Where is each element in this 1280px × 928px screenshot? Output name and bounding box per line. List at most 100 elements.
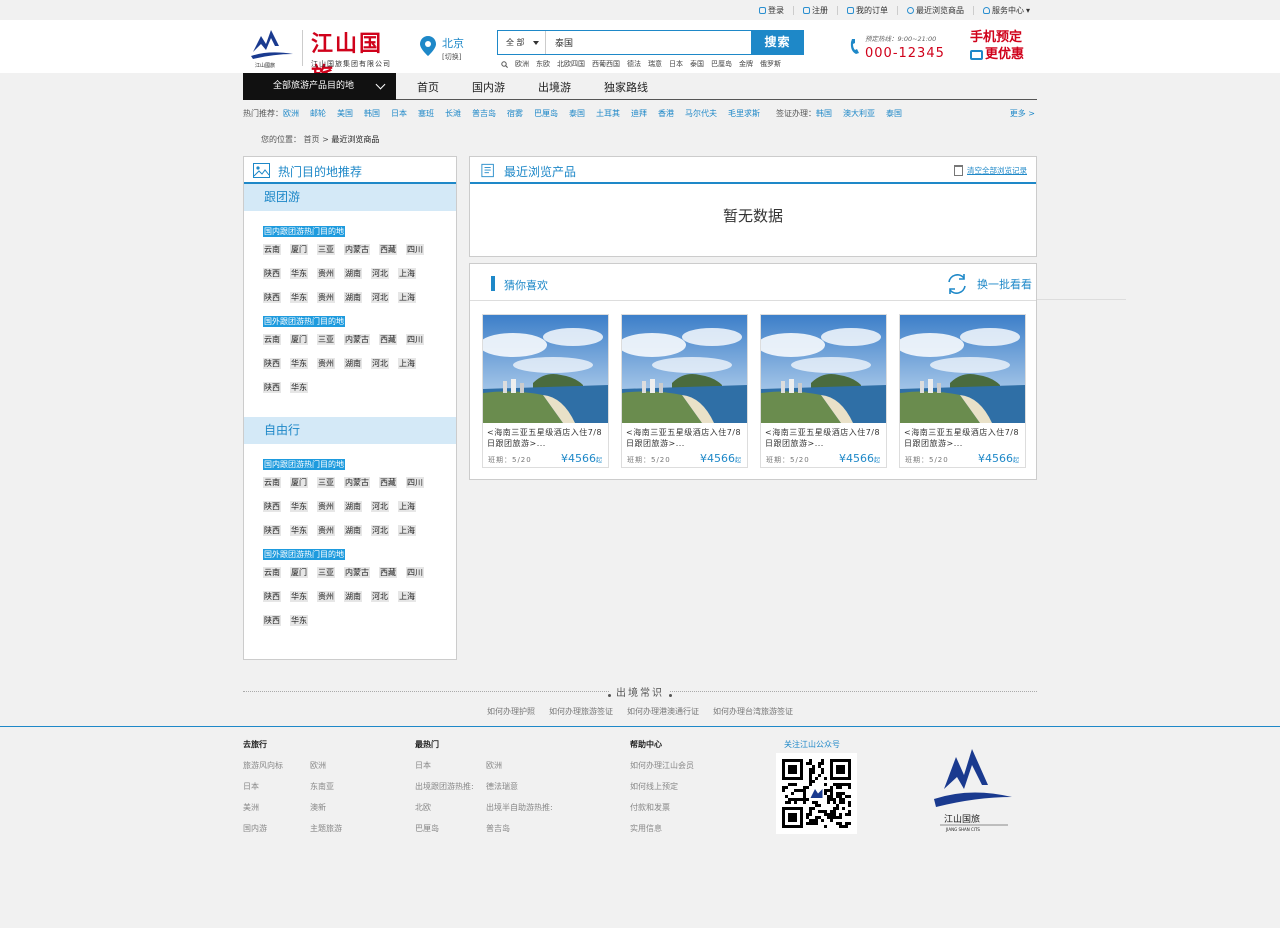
destination-tag[interactable]: 云南 (263, 567, 281, 578)
destination-tag[interactable]: 湖南 (344, 591, 362, 602)
footer-link[interactable]: 普吉岛 (486, 823, 576, 834)
footer-link[interactable]: 实用信息 (630, 823, 730, 834)
destination-tag[interactable]: 华东 (290, 358, 308, 369)
footer-link[interactable]: 国内游 (243, 823, 310, 834)
destination-tag[interactable]: 贵州 (317, 525, 335, 536)
tip-link[interactable]: 如何办理台湾旅游签证 (713, 707, 793, 716)
destination-tag[interactable]: 河北 (371, 292, 389, 303)
destination-tag[interactable]: 三亚 (317, 477, 335, 488)
more-link[interactable]: 更多 > (1010, 108, 1035, 119)
destination-tag[interactable]: 云南 (263, 477, 281, 488)
destination-tag[interactable]: 陕西 (263, 591, 281, 602)
product-card[interactable]: <海南三亚五星级酒店入住7/8日跟团旅游>... 班期：5/20 ¥4566起 (899, 314, 1026, 468)
destination-tag[interactable]: 西藏 (379, 244, 397, 255)
footer-link[interactable]: 主题旅游 (310, 823, 370, 834)
tip-link[interactable]: 如何办理旅游签证 (549, 707, 613, 716)
destination-tag[interactable]: 陕西 (263, 501, 281, 512)
section-header[interactable]: 跟团游 (244, 184, 456, 211)
destination-tag[interactable]: 陕西 (263, 358, 281, 369)
clear-history-link[interactable]: 清空全部浏览记录 (954, 165, 1027, 176)
hot-destination-link[interactable]: 毛里求斯 (728, 108, 760, 119)
destination-tag[interactable]: 华东 (290, 615, 308, 626)
hot-destination-link[interactable]: 泰国 (569, 108, 585, 119)
destination-tag[interactable]: 厦门 (290, 567, 308, 578)
destination-tag[interactable]: 上海 (398, 525, 416, 536)
hot-destination-link[interactable]: 迪拜 (631, 108, 647, 119)
nav-item[interactable]: 出境游 (532, 79, 577, 95)
register-link[interactable]: 注册 (802, 5, 828, 16)
destination-tag[interactable]: 贵州 (317, 358, 335, 369)
destination-tag[interactable]: 河北 (371, 358, 389, 369)
hot-destination-link[interactable]: 长滩 (445, 108, 461, 119)
destination-tag[interactable]: 西藏 (379, 334, 397, 345)
destination-tag[interactable]: 四川 (406, 334, 424, 345)
destination-tag[interactable]: 河北 (371, 525, 389, 536)
service-center-link[interactable]: 服务中心 ▾ (982, 5, 1030, 16)
product-title[interactable]: <海南三亚五星级酒店入住7/8日跟团旅游>... (487, 427, 606, 449)
hot-word[interactable]: 瑞意 (648, 59, 662, 69)
hot-destination-link[interactable]: 韩国 (364, 108, 380, 119)
hot-destination-link[interactable]: 邮轮 (310, 108, 326, 119)
destination-tag[interactable]: 华东 (290, 525, 308, 536)
hot-destination-link[interactable]: 香港 (658, 108, 674, 119)
hot-word[interactable]: 泰国 (690, 59, 704, 69)
destination-tag[interactable]: 陕西 (263, 268, 281, 279)
footer-link[interactable]: 付款和发票 (630, 802, 730, 813)
hot-destination-link[interactable]: 巴厘岛 (534, 108, 558, 119)
visa-link[interactable]: 韩国 (816, 108, 832, 119)
hot-destination-link[interactable]: 宿雾 (507, 108, 523, 119)
hot-word[interactable]: 金牌 (739, 59, 753, 69)
footer-link[interactable]: 欧洲 (310, 760, 370, 771)
footer-link[interactable]: 美洲 (243, 802, 310, 813)
hot-destination-link[interactable]: 土耳其 (596, 108, 620, 119)
visa-link[interactable]: 澳大利亚 (843, 108, 875, 119)
hot-word[interactable]: 西葡西国 (592, 59, 620, 69)
destination-tag[interactable]: 四川 (406, 477, 424, 488)
breadcrumb-home[interactable]: 首页 (304, 135, 320, 144)
site-logo[interactable]: 江山國旅 江山国旅 江山国旅集团有限公司 (249, 24, 405, 89)
destination-tag[interactable]: 湖南 (344, 525, 362, 536)
footer-link[interactable]: 出境跟团游热推: (415, 781, 486, 792)
footer-link[interactable]: 如何办理江山会员 (630, 760, 730, 771)
destination-tag[interactable]: 三亚 (317, 567, 335, 578)
destination-tag[interactable]: 四川 (406, 244, 424, 255)
hot-destination-link[interactable]: 马尔代夫 (685, 108, 717, 119)
destination-tag[interactable]: 内蒙古 (344, 244, 370, 255)
product-card[interactable]: <海南三亚五星级酒店入住7/8日跟团旅游>... 班期：5/20 ¥4566起 (621, 314, 748, 468)
hot-destination-link[interactable]: 欧洲 (283, 108, 299, 119)
footer-link[interactable]: 日本 (243, 781, 310, 792)
destination-tag[interactable]: 厦门 (290, 244, 308, 255)
hot-word[interactable]: 巴厘岛 (711, 59, 732, 69)
destination-tag[interactable]: 陕西 (263, 525, 281, 536)
refresh-button[interactable]: 换一批看看 (945, 272, 1032, 296)
destination-tag[interactable]: 华东 (290, 501, 308, 512)
footer-link[interactable]: 出境半自助游热推: (486, 802, 576, 813)
destination-tag[interactable]: 湖南 (344, 268, 362, 279)
destination-tag[interactable]: 四川 (406, 567, 424, 578)
destination-tag[interactable]: 华东 (290, 292, 308, 303)
footer-link[interactable]: 巴厘岛 (415, 823, 486, 834)
destination-tag[interactable]: 上海 (398, 501, 416, 512)
mobile-promo[interactable]: 手机预定 更优惠 (970, 30, 1032, 63)
product-title[interactable]: <海南三亚五星级酒店入住7/8日跟团旅游>... (626, 427, 745, 449)
city-switch-link[interactable]: [切换] (442, 52, 461, 62)
destination-tag[interactable]: 云南 (263, 334, 281, 345)
nav-item[interactable]: 独家路线 (598, 79, 654, 95)
hot-word[interactable]: 日本 (669, 59, 683, 69)
destination-tag[interactable]: 贵州 (317, 292, 335, 303)
destination-tag[interactable]: 三亚 (317, 334, 335, 345)
destination-tag[interactable]: 内蒙古 (344, 567, 370, 578)
footer-link[interactable]: 德法瑞意 (486, 781, 576, 792)
tip-link[interactable]: 如何办理港澳通行证 (627, 707, 699, 716)
destination-tag[interactable]: 贵州 (317, 268, 335, 279)
hot-destination-link[interactable]: 普吉岛 (472, 108, 496, 119)
destination-tag[interactable]: 内蒙古 (344, 477, 370, 488)
destination-tag[interactable]: 华东 (290, 382, 308, 393)
product-card[interactable]: <海南三亚五星级酒店入住7/8日跟团旅游>... 班期：5/20 ¥4566起 (760, 314, 887, 468)
visa-link[interactable]: 泰国 (886, 108, 902, 119)
nav-item[interactable]: 首页 (411, 79, 445, 95)
destination-tag[interactable]: 陕西 (263, 382, 281, 393)
destination-tag[interactable]: 云南 (263, 244, 281, 255)
footer-link[interactable]: 澳新 (310, 802, 370, 813)
product-title[interactable]: <海南三亚五星级酒店入住7/8日跟团旅游>... (765, 427, 884, 449)
